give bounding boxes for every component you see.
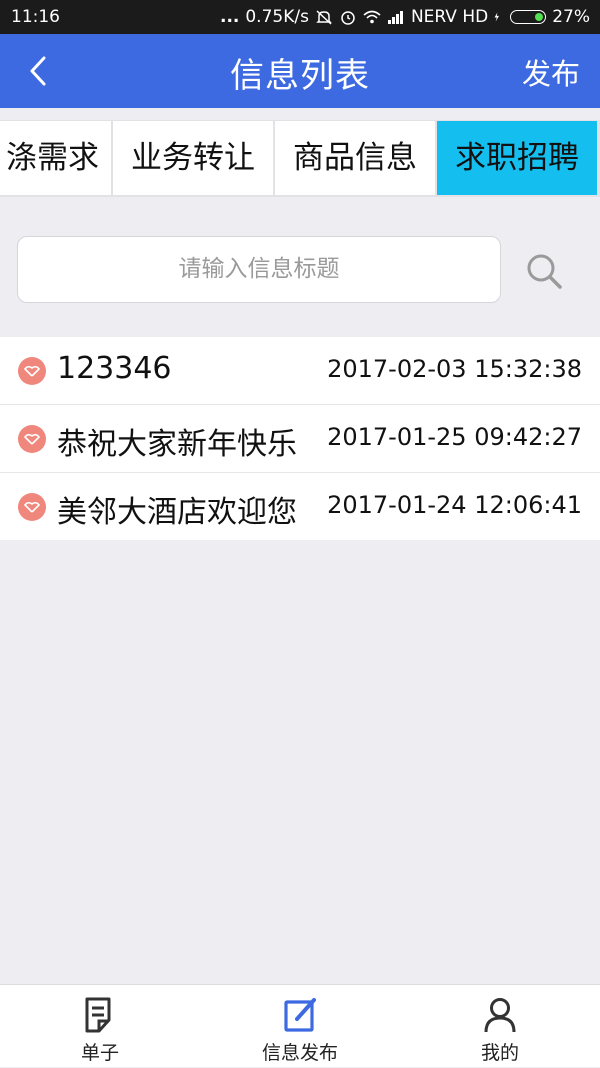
network-speed: 0.75K/s [245,7,309,27]
status-right: ... 0.75K/s NERV HD 27% [220,7,590,27]
category-tabs: 涤需求 业务转让 商品信息 求职招聘 [0,120,600,197]
charging-icon [494,12,500,22]
list-item-title: 美邻大酒店欢迎您 [57,495,297,530]
tab-product-info[interactable]: 商品信息 [275,121,435,195]
list-item-date: 2017-01-25 09:42:27 [327,423,582,451]
carrier-name: NERV HD [410,7,489,27]
nav-mine[interactable]: 我的 [400,985,600,1068]
nav-orders[interactable]: 单子 [0,985,200,1068]
user-icon [484,998,516,1033]
page-title: 信息列表 [230,56,370,96]
battery-icon [510,10,547,24]
battery-fill [535,13,544,21]
tab-business-transfer[interactable]: 业务转让 [113,121,273,195]
bottom-nav: 单子 信息发布 我的 [0,984,600,1067]
list-item-title: 123346 [57,351,172,386]
list-item-date: 2017-01-24 12:06:41 [327,491,582,519]
battery-percent: 27% [552,7,590,27]
search-input[interactable]: 请输入信息标题 [17,236,501,303]
list-item-title: 恭祝大家新年快乐 [57,427,297,462]
signal-icon [387,11,403,24]
handshake-icon [18,425,46,453]
handshake-icon [18,357,46,385]
list-item[interactable]: 123346 2017-02-03 15:32:38 [0,337,600,405]
status-dots: ... [219,7,240,27]
handshake-icon [18,493,46,521]
publish-button[interactable]: 发布 [522,51,580,93]
info-list: 123346 2017-02-03 15:32:38 恭祝大家新年快乐 2017… [0,337,600,540]
status-time: 11:16 [11,7,60,27]
alarm-icon [341,11,355,25]
nav-orders-label: 单子 [80,1042,119,1064]
list-item[interactable]: 恭祝大家新年快乐 2017-01-25 09:42:27 [0,405,600,473]
wifi-icon [363,10,381,24]
nav-info-publish-label: 信息发布 [261,1042,338,1064]
app-header: 信息列表 发布 [0,34,600,108]
list-item[interactable]: 美邻大酒店欢迎您 2017-01-24 12:06:41 [0,473,600,540]
nav-mine-label: 我的 [480,1042,519,1064]
nav-info-publish[interactable]: 信息发布 [200,985,400,1068]
tab-job-recruitment[interactable]: 求职招聘 [437,121,597,195]
list-item-date: 2017-02-03 15:32:38 [327,355,582,383]
tab-demand[interactable]: 涤需求 [0,121,111,195]
status-bar: 11:16 ... 0.75K/s NERV HD 27% [0,0,600,34]
search-icon[interactable] [524,251,564,291]
edit-icon [284,998,316,1032]
document-icon [85,997,111,1033]
mute-icon [316,10,332,25]
